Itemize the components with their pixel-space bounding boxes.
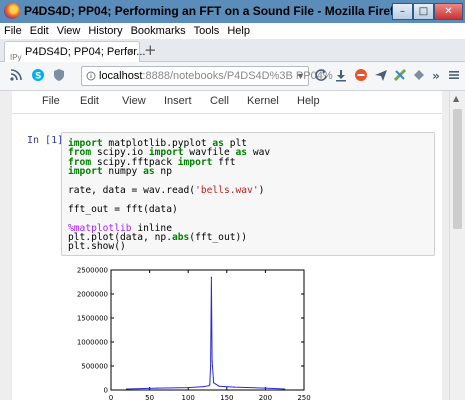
code-line: fft_out = fft(data) bbox=[68, 204, 178, 215]
window-title: P4DS4D; PP04; Performing an FFT on a Sou… bbox=[24, 4, 409, 18]
menu-bar: File Edit View History Bookmarks Tools Help bbox=[0, 23, 465, 39]
notebook-page: In [1]: import matplotlib.pyplot as plt f… bbox=[12, 114, 442, 402]
y-tick-label: 1500000 bbox=[77, 315, 108, 323]
code-token: plt.show() bbox=[68, 241, 126, 253]
menu-edit[interactable]: Edit bbox=[26, 23, 53, 39]
code-token: fft bbox=[212, 156, 236, 168]
code-token: 'bells.wav' bbox=[195, 185, 259, 196]
download-icon[interactable] bbox=[333, 68, 349, 84]
data-point bbox=[187, 387, 189, 389]
x-tick-label: 50 bbox=[145, 394, 154, 402]
x-tick-label: 250 bbox=[297, 394, 310, 402]
data-point bbox=[203, 386, 205, 388]
menu-file[interactable]: File bbox=[0, 23, 26, 39]
plot-axes-frame bbox=[110, 269, 305, 391]
firefox-logo-icon bbox=[4, 3, 20, 19]
vertical-scrollbar[interactable]: ▲ bbox=[449, 91, 465, 400]
url-dropdown-icon[interactable]: ▼ bbox=[296, 67, 305, 85]
reload-icon[interactable] bbox=[313, 68, 329, 84]
code-token: (fft_out)) bbox=[189, 232, 248, 243]
svg-text:S: S bbox=[35, 72, 41, 82]
y-tick-label: 1000000 bbox=[77, 339, 108, 347]
data-point bbox=[284, 388, 286, 390]
y-tick-label: 500000 bbox=[81, 363, 108, 371]
url-bar[interactable]: localhost:8888/notebooks/P4DS4D%3B PP04%… bbox=[81, 66, 333, 86]
bookmark-icon[interactable] bbox=[392, 68, 408, 84]
menu-view[interactable]: View bbox=[53, 23, 85, 39]
scroll-thumb[interactable] bbox=[453, 109, 462, 229]
code-cell-input[interactable]: import matplotlib.pyplot as plt from scip… bbox=[61, 132, 435, 256]
code-line: plt.show() bbox=[68, 241, 126, 252]
nb-menu-insert[interactable]: Insert bbox=[164, 95, 192, 107]
code-token: rate, data = wav.read( bbox=[68, 185, 196, 196]
data-point bbox=[233, 386, 236, 388]
url-host: localhost bbox=[99, 70, 143, 82]
fft-plot: 0 50 100 150 200 250 0 500000 1000000 1500000 2000… bbox=[77, 267, 311, 403]
minimize-button[interactable]: – bbox=[392, 3, 413, 20]
data-point bbox=[264, 387, 266, 389]
nb-menu-help[interactable]: Help bbox=[297, 95, 320, 107]
page-content: File Edit View Insert Cell Kernel Help I… bbox=[0, 91, 465, 402]
extension-icon[interactable] bbox=[411, 68, 427, 84]
data-point bbox=[209, 383, 211, 385]
tab-strip: IPy P4DS4D; PP04; Perfor... × + bbox=[0, 39, 465, 62]
block-icon[interactable] bbox=[353, 68, 369, 84]
new-tab-button[interactable]: + bbox=[144, 41, 157, 59]
data-point bbox=[156, 387, 158, 389]
nb-menu-view[interactable]: View bbox=[122, 95, 146, 107]
tab-close-icon[interactable]: × bbox=[128, 42, 134, 62]
code-token: as bbox=[143, 166, 155, 178]
y-tick-label: 2000000 bbox=[77, 291, 108, 299]
notebook-menu-bar: File Edit View Insert Cell Kernel Help bbox=[12, 91, 442, 114]
rss-icon[interactable] bbox=[8, 68, 24, 84]
tab-notebook[interactable]: IPy P4DS4D; PP04; Perfor... × bbox=[4, 41, 145, 62]
x-tick-label: 200 bbox=[259, 394, 272, 402]
site-info-icon[interactable] bbox=[86, 67, 96, 91]
window-titlebar: P4DS4D; PP04; Performing an FFT on a Sou… bbox=[0, 0, 465, 24]
menu-tools[interactable]: Tools bbox=[190, 23, 224, 39]
menu-bookmarks[interactable]: Bookmarks bbox=[127, 23, 190, 39]
code-token: import bbox=[68, 166, 103, 178]
scroll-up-icon[interactable]: ▲ bbox=[453, 94, 459, 103]
code-token: wav bbox=[247, 147, 271, 159]
code-token: fft_out = fft(data) bbox=[68, 203, 178, 215]
nb-menu-edit[interactable]: Edit bbox=[80, 95, 99, 107]
nb-menu-file[interactable]: File bbox=[42, 95, 60, 107]
data-point bbox=[210, 276, 212, 278]
code-token: np bbox=[154, 166, 172, 178]
x-tick-label: 100 bbox=[182, 394, 195, 402]
code-token: ) bbox=[258, 185, 265, 196]
send-icon[interactable] bbox=[373, 68, 389, 84]
data-point bbox=[209, 365, 212, 367]
data-point bbox=[211, 360, 213, 362]
nb-menu-kernel[interactable]: Kernel bbox=[247, 95, 279, 107]
data-point bbox=[213, 382, 215, 384]
x-tick-label: 0 bbox=[109, 394, 113, 402]
close-window-button[interactable]: ✕ bbox=[434, 3, 463, 20]
hamburger-menu-icon[interactable] bbox=[446, 68, 462, 84]
x-tick-label: 150 bbox=[220, 394, 233, 402]
overflow-icon[interactable]: » bbox=[428, 68, 444, 84]
skype-icon[interactable]: S bbox=[30, 68, 46, 84]
menu-help[interactable]: Help bbox=[223, 23, 254, 39]
data-point bbox=[218, 385, 220, 387]
menu-history[interactable]: History bbox=[84, 23, 126, 39]
code-token: numpy bbox=[102, 166, 144, 178]
code-line: import numpy as np bbox=[68, 166, 172, 177]
y-tick-label: 2500000 bbox=[77, 267, 108, 275]
code-token: as bbox=[235, 147, 248, 159]
secure-icon[interactable] bbox=[51, 68, 67, 84]
maximize-button[interactable]: □ bbox=[413, 3, 434, 20]
nb-menu-cell[interactable]: Cell bbox=[210, 95, 229, 107]
y-tick-label: 0 bbox=[104, 387, 108, 395]
navigation-toolbar: S localhost:8888/notebooks/P4DS4D%3B PP0… bbox=[0, 62, 465, 91]
code-token: import bbox=[177, 156, 213, 168]
code-line: rate, data = wav.read('bells.wav') bbox=[68, 185, 264, 196]
data-point bbox=[125, 388, 128, 390]
data-point bbox=[208, 385, 210, 387]
code-token: abs bbox=[171, 232, 190, 243]
